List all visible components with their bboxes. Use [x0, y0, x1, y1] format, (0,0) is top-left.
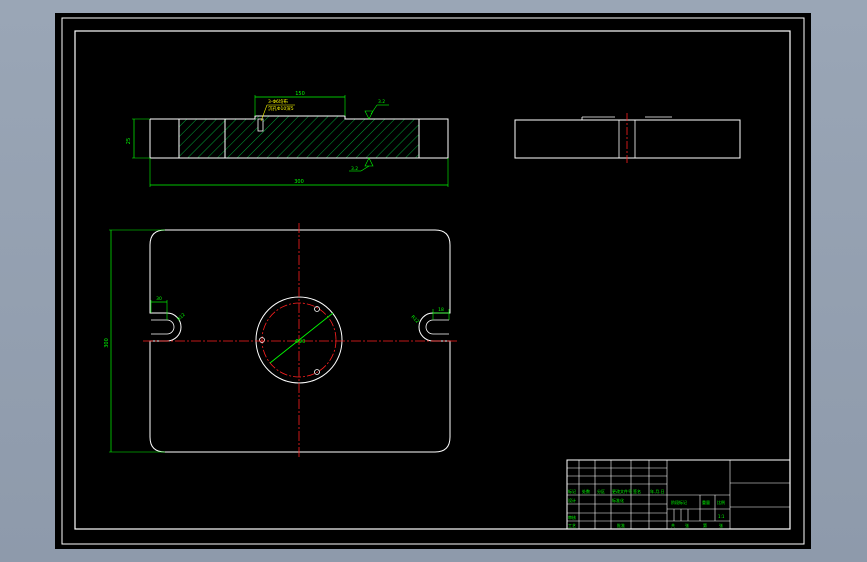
side-outline: [514, 119, 741, 159]
dim-thickness: 25: [126, 138, 132, 144]
dim-top-width: 150: [295, 91, 305, 97]
tb-sheets-unit-1: 张: [685, 522, 689, 528]
tb-standard: 标准化: [612, 497, 624, 503]
tb-scale-value: 1:1: [718, 514, 725, 519]
dim-slot-left: 30: [156, 296, 162, 302]
tb-sheets-unit-2: 张: [719, 522, 723, 528]
plan-view: Φ90 300 30 18 R12 R12: [104, 223, 457, 459]
tb-stage: 阶段标记: [671, 499, 687, 505]
dim-slot-r-left: R12: [176, 312, 187, 323]
dim-circle-dia: Φ90: [295, 339, 305, 345]
tb-scale: 比例: [717, 499, 725, 505]
outer-frame: [61, 17, 805, 545]
tb-label-date: 年.月.日: [650, 488, 665, 494]
drawing-svg: 150 25 300 3-Φ6均布 沉孔Φ10深5 3.2 3.2 Φ90 30…: [61, 17, 805, 545]
front-section-view: 150 25 300 3-Φ6均布 沉孔Φ10深5 3.2 3.2: [126, 91, 449, 187]
section-hatch: [179, 116, 419, 158]
roughness-symbol-bottom: [360, 157, 374, 172]
side-view: [514, 113, 741, 163]
tb-sheets-total: 共: [671, 522, 675, 528]
tb-process: 工艺: [568, 523, 576, 528]
slot-right-inner: [425, 319, 449, 335]
roughness-top: 3.2: [378, 99, 385, 105]
tb-label-zone: 分区: [597, 488, 605, 494]
roughness-bottom: 3.2: [351, 166, 358, 172]
tb-sheet-no: 第: [703, 522, 707, 528]
tb-label-sign: 签名: [633, 488, 641, 494]
cad-drawing-canvas[interactable]: 150 25 300 3-Φ6均布 沉孔Φ10深5 3.2 3.2 Φ90 30…: [55, 13, 811, 549]
title-block-border: [566, 459, 791, 530]
tb-label-change-doc: 更改文件号: [612, 488, 632, 494]
dim-total-length: 300: [294, 179, 304, 185]
dim-slot-right: 18: [438, 307, 444, 313]
inner-frame: [74, 30, 791, 530]
tb-approve: 批准: [617, 522, 625, 528]
title-block-text: 标记 处数 分区 更改文件号 签名 年.月.日 设计 标准化 审核 工艺 批准 …: [568, 488, 725, 528]
slot-left-inner: [151, 319, 175, 335]
dim-plan-height: 300: [104, 338, 110, 348]
dia-leader: [269, 312, 334, 364]
hole-note-2: 沉孔Φ10深5: [268, 105, 294, 112]
roughness-symbol-top: [364, 104, 378, 120]
tb-weight: 重量: [702, 499, 710, 505]
tb-design: 设计: [568, 497, 576, 503]
hole-note-1: 3-Φ6均布: [268, 98, 288, 105]
title-block: [566, 459, 791, 530]
tb-label-mark: 标记: [568, 488, 576, 494]
tb-review: 审核: [568, 514, 576, 520]
dim-slot-r-right: R12: [410, 314, 421, 325]
counterbore: [257, 118, 264, 132]
tb-label-count: 处数: [582, 488, 590, 494]
